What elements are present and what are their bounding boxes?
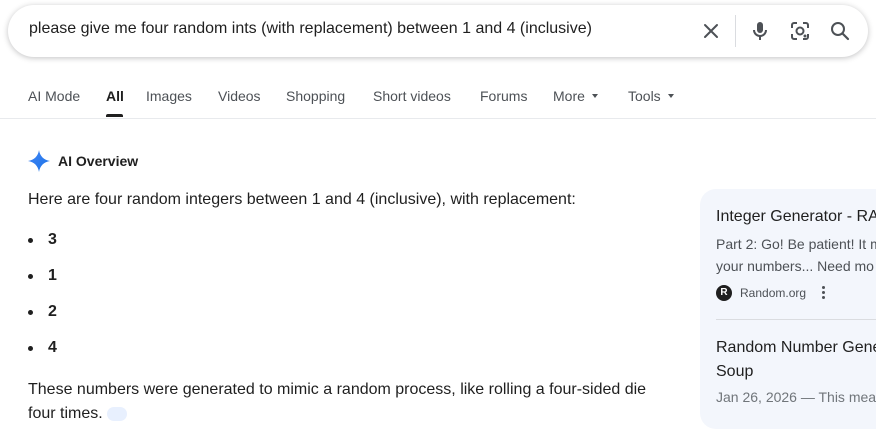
- search-bar: please give me four random ints (with re…: [8, 5, 868, 57]
- search-divider: [735, 15, 736, 47]
- tab-videos[interactable]: Videos: [218, 88, 261, 104]
- source-site-name: Random.org: [740, 286, 807, 300]
- tab-more-label: More: [553, 88, 585, 104]
- bullet-icon: [28, 274, 33, 279]
- sparkle-icon: [28, 150, 50, 172]
- tab-active-indicator: [106, 114, 123, 117]
- chevron-down-icon: [591, 94, 598, 99]
- bullet-icon: [28, 310, 33, 315]
- ai-overview-intro: Here are four random integers between 1 …: [28, 191, 576, 208]
- search-input[interactable]: please give me four random ints (with re…: [29, 20, 592, 38]
- source-title[interactable]: Random Number Gene: [716, 336, 876, 360]
- source-date: Jan 26, 2026 — This mear: [716, 389, 876, 405]
- source-snippet: your numbers... Need mo: [716, 258, 874, 274]
- mic-icon[interactable]: [748, 19, 772, 43]
- number-value: 1: [48, 267, 57, 284]
- number-value: 3: [48, 231, 57, 248]
- source-title[interactable]: Soup: [716, 360, 753, 384]
- tab-tools-label: Tools: [628, 88, 661, 104]
- ai-overview-title: AI Overview: [58, 153, 139, 169]
- tab-ai-mode[interactable]: AI Mode: [28, 88, 80, 104]
- search-tabs: AI Mode All Images Videos Shopping Short…: [0, 78, 876, 119]
- close-icon[interactable]: [699, 19, 723, 43]
- chevron-down-icon: [667, 94, 674, 99]
- more-options-icon[interactable]: [822, 286, 826, 300]
- source-divider: [716, 319, 876, 320]
- tab-images[interactable]: Images: [146, 88, 192, 104]
- number-value: 2: [48, 303, 57, 320]
- number-value: 4: [48, 339, 57, 356]
- source-title[interactable]: Integer Generator - RA: [716, 205, 876, 229]
- lens-icon[interactable]: [788, 19, 812, 43]
- tab-forums[interactable]: Forums: [480, 88, 527, 104]
- tab-more[interactable]: More: [553, 88, 598, 104]
- bullet-icon: [28, 238, 33, 243]
- bullet-icon: [28, 346, 33, 351]
- tab-tools[interactable]: Tools: [628, 88, 674, 104]
- search-icon[interactable]: [828, 19, 852, 43]
- ai-overview-explanation: These numbers were generated to mimic a …: [28, 378, 678, 426]
- sources-panel: Integer Generator - RA Part 2: Go! Be pa…: [700, 189, 876, 429]
- tab-all[interactable]: All: [106, 88, 124, 104]
- source-snippet: Part 2: Go! Be patient! It m: [716, 236, 876, 252]
- tab-short-videos[interactable]: Short videos: [373, 88, 451, 104]
- link-icon[interactable]: [107, 406, 128, 421]
- random-org-favicon-icon: R: [716, 285, 732, 301]
- tab-shopping[interactable]: Shopping: [286, 88, 345, 104]
